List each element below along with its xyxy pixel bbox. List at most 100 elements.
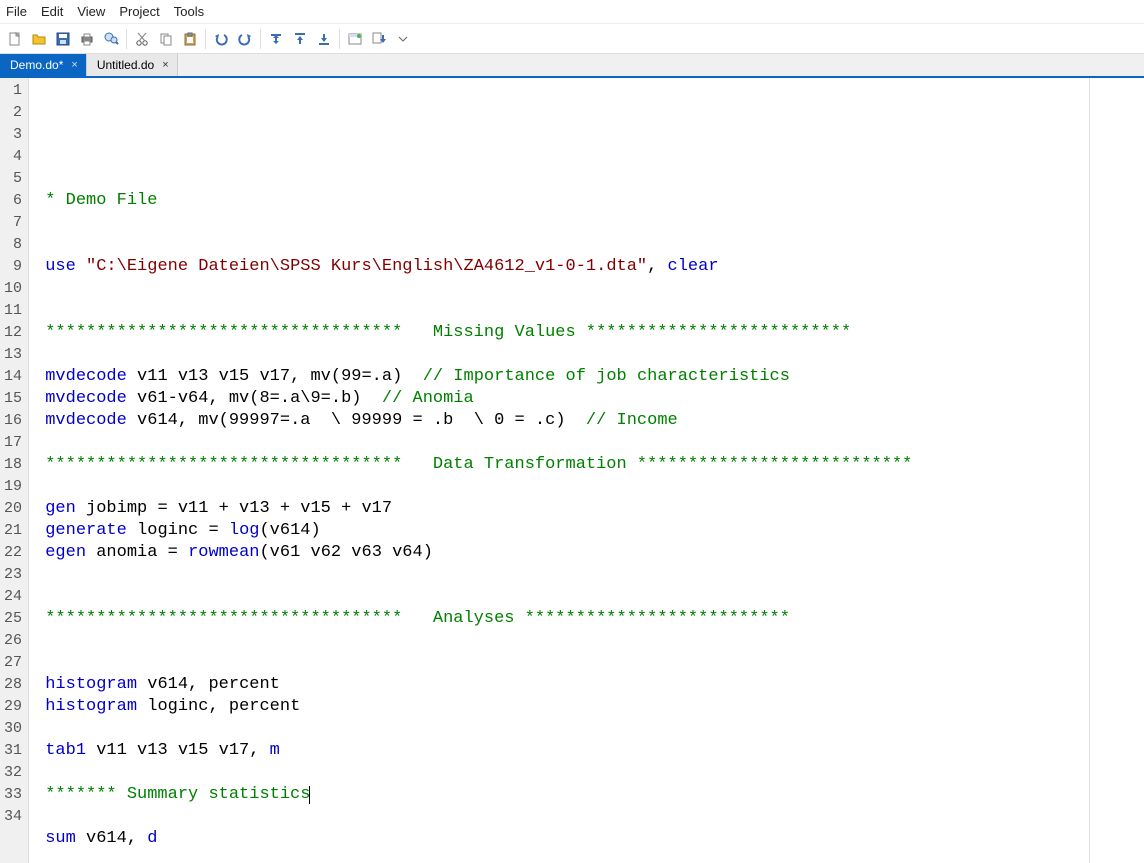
line-number: 33	[4, 784, 22, 806]
code-line[interactable]: *********************************** Anal…	[35, 608, 1144, 630]
find-icon[interactable]	[100, 28, 122, 50]
code-line[interactable]: *********************************** Data…	[35, 454, 1144, 476]
new-file-icon[interactable]	[4, 28, 26, 50]
toolbar-separator	[205, 29, 206, 49]
code-area[interactable]: * Demo File use "C:\Eigene Dateien\SPSS …	[29, 78, 1144, 863]
line-number: 11	[4, 300, 22, 322]
line-number: 14	[4, 366, 22, 388]
code-line[interactable]: egen anomia = rowmean(v61 v62 v63 v64)	[35, 542, 1144, 564]
code-line[interactable]	[35, 278, 1144, 300]
code-line[interactable]	[35, 718, 1144, 740]
code-line[interactable]: sum v614, d	[35, 828, 1144, 850]
toolbar-separator	[339, 29, 340, 49]
unindent-icon[interactable]	[289, 28, 311, 50]
toolbar	[0, 24, 1144, 54]
copy-icon[interactable]	[155, 28, 177, 50]
paste-icon[interactable]	[179, 28, 201, 50]
line-number: 32	[4, 762, 22, 784]
code-line[interactable]	[35, 476, 1144, 498]
code-line[interactable]	[35, 146, 1144, 168]
code-line[interactable]	[35, 630, 1144, 652]
line-number: 20	[4, 498, 22, 520]
code-line[interactable]	[35, 652, 1144, 674]
menu-edit[interactable]: Edit	[41, 4, 63, 19]
line-number: 23	[4, 564, 22, 586]
tab-untitled-do[interactable]: Untitled.do×	[87, 54, 178, 76]
line-number: 22	[4, 542, 22, 564]
code-line[interactable]	[35, 806, 1144, 828]
tab-strip: Demo.do*×Untitled.do×	[0, 54, 1144, 78]
tab-label: Demo.do*	[10, 58, 63, 72]
line-number: 10	[4, 278, 22, 300]
line-number: 12	[4, 322, 22, 344]
indent-icon[interactable]	[313, 28, 335, 50]
redo-icon[interactable]	[234, 28, 256, 50]
code-line[interactable]: tab1 v11 v13 v15 v17, m	[35, 740, 1144, 762]
line-number: 7	[4, 212, 22, 234]
print-icon[interactable]	[76, 28, 98, 50]
code-line[interactable]	[35, 300, 1144, 322]
code-line[interactable]: ******* Summary statistics	[35, 784, 1144, 806]
line-number-gutter: 1234567891011121314151617181920212223242…	[0, 78, 29, 863]
line-number: 6	[4, 190, 22, 212]
cut-icon[interactable]	[131, 28, 153, 50]
bookmark-icon[interactable]	[344, 28, 366, 50]
save-icon[interactable]	[52, 28, 74, 50]
menu-tools[interactable]: Tools	[174, 4, 204, 19]
code-line[interactable]: use "C:\Eigene Dateien\SPSS Kurs\English…	[35, 256, 1144, 278]
code-line[interactable]: mvdecode v11 v13 v15 v17, mv(99=.a) // I…	[35, 366, 1144, 388]
code-line[interactable]: histogram loginc, percent	[35, 696, 1144, 718]
line-number: 28	[4, 674, 22, 696]
text-caret	[309, 786, 310, 804]
code-line[interactable]	[35, 850, 1144, 863]
code-line[interactable]: mvdecode v614, mv(99997=.a \ 99999 = .b …	[35, 410, 1144, 432]
code-editor[interactable]: 1234567891011121314151617181920212223242…	[0, 78, 1144, 863]
line-number: 5	[4, 168, 22, 190]
toolbar-separator	[126, 29, 127, 49]
code-line[interactable]	[35, 168, 1144, 190]
line-number: 4	[4, 146, 22, 168]
code-line[interactable]: *********************************** Miss…	[35, 322, 1144, 344]
code-line[interactable]: histogram v614, percent	[35, 674, 1144, 696]
line-number: 13	[4, 344, 22, 366]
line-number: 18	[4, 454, 22, 476]
code-line[interactable]	[35, 564, 1144, 586]
toolbar-separator	[260, 29, 261, 49]
line-number: 9	[4, 256, 22, 278]
code-line[interactable]: generate loginc = log(v614)	[35, 520, 1144, 542]
menu-bar: File Edit View Project Tools	[0, 0, 1144, 24]
line-number: 34	[4, 806, 22, 828]
line-number: 2	[4, 102, 22, 124]
line-number: 29	[4, 696, 22, 718]
line-number: 25	[4, 608, 22, 630]
close-icon[interactable]: ×	[69, 59, 79, 71]
code-line[interactable]	[35, 762, 1144, 784]
close-icon[interactable]: ×	[160, 59, 170, 71]
line-number: 31	[4, 740, 22, 762]
tab-demo-do-[interactable]: Demo.do* ×	[0, 54, 87, 76]
open-icon[interactable]	[28, 28, 50, 50]
run-icon[interactable]	[368, 28, 390, 50]
menu-file[interactable]: File	[6, 4, 27, 19]
line-number: 3	[4, 124, 22, 146]
indent-toggle-icon[interactable]	[265, 28, 287, 50]
code-line[interactable]	[35, 586, 1144, 608]
line-number: 15	[4, 388, 22, 410]
line-number: 21	[4, 520, 22, 542]
code-line[interactable]: mvdecode v61-v64, mv(8=.a\9=.b) // Anomi…	[35, 388, 1144, 410]
code-line[interactable]	[35, 432, 1144, 454]
menu-view[interactable]: View	[77, 4, 105, 19]
line-number: 30	[4, 718, 22, 740]
code-line[interactable]	[35, 212, 1144, 234]
code-line[interactable]: gen jobimp = v11 + v13 + v15 + v17	[35, 498, 1144, 520]
line-number: 17	[4, 432, 22, 454]
code-line[interactable]	[35, 344, 1144, 366]
undo-icon[interactable]	[210, 28, 232, 50]
toolbar-overflow-icon[interactable]	[392, 28, 414, 50]
line-number: 26	[4, 630, 22, 652]
code-line[interactable]	[35, 234, 1144, 256]
line-number: 1	[4, 80, 22, 102]
menu-project[interactable]: Project	[119, 4, 159, 19]
code-line[interactable]: * Demo File	[35, 190, 1144, 212]
line-number: 8	[4, 234, 22, 256]
